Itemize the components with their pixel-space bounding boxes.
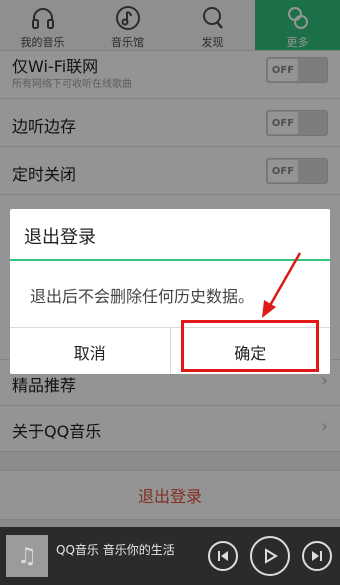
dialog-divider — [10, 259, 330, 261]
previous-icon — [218, 551, 228, 561]
next-button[interactable] — [302, 541, 332, 571]
play-icon — [265, 548, 278, 564]
player-bar: ♫ QQ音乐 音乐你的生活 — [0, 527, 340, 585]
cancel-button[interactable]: 取消 — [10, 328, 170, 374]
music-note-icon: ♫ — [17, 543, 37, 569]
album-cover[interactable]: ♫ — [6, 535, 48, 577]
dialog-message: 退出后不会删除任何历史数据。 — [30, 287, 255, 306]
annotation-highlight-box — [181, 320, 319, 372]
previous-button[interactable] — [208, 541, 238, 571]
now-playing-text: QQ音乐 音乐你的生活 — [56, 543, 175, 557]
next-icon — [312, 551, 322, 561]
dialog-title: 退出登录 — [24, 227, 96, 248]
play-button[interactable] — [250, 536, 290, 576]
